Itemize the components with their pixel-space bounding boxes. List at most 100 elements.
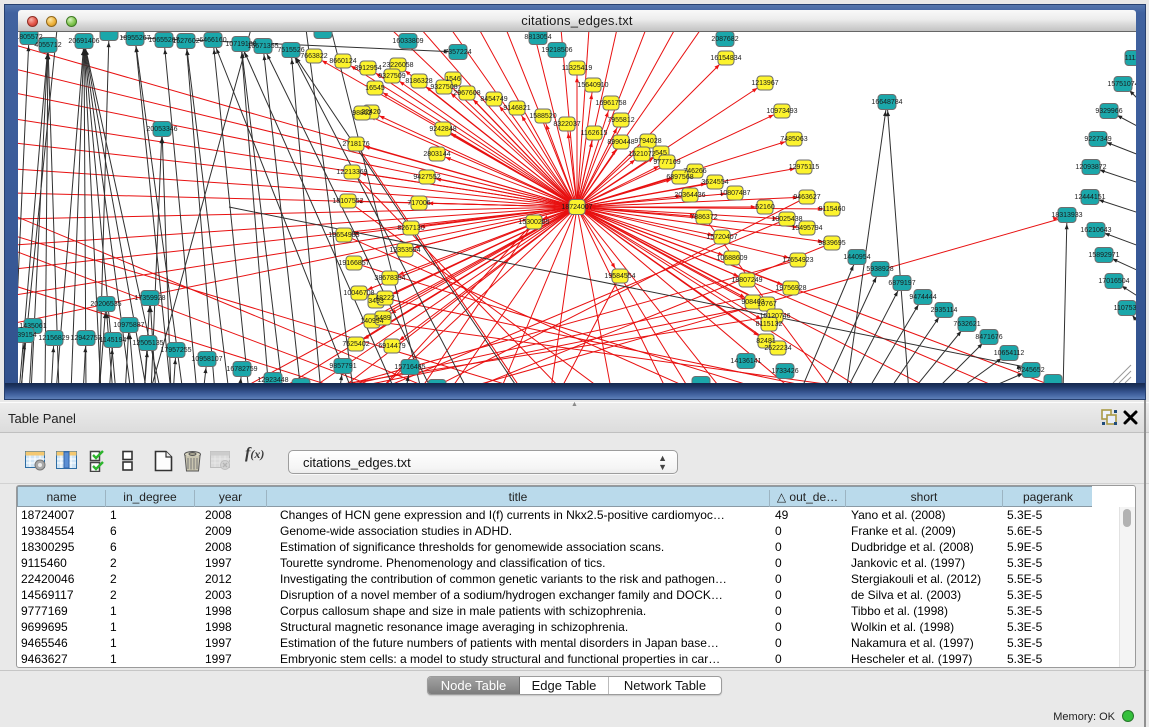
svg-text:11123: 11123 xyxy=(1125,55,1136,62)
svg-text:1733426: 1733426 xyxy=(771,368,798,375)
svg-text:1213967: 1213967 xyxy=(751,80,778,87)
svg-text:12213369: 12213369 xyxy=(336,169,367,176)
svg-text:7485063: 7485063 xyxy=(780,136,807,143)
svg-text:16782759: 16782759 xyxy=(226,366,257,373)
svg-text:15495794: 15495794 xyxy=(791,225,822,232)
svg-text:4055712: 4055712 xyxy=(34,42,61,49)
svg-text:3912954: 3912954 xyxy=(354,65,381,72)
svg-text:6897568: 6897568 xyxy=(666,174,693,181)
svg-text:1621072: 1621072 xyxy=(628,151,655,158)
svg-text:8267130: 8267130 xyxy=(397,225,424,232)
svg-text:8186328: 8186328 xyxy=(405,78,432,85)
svg-text:1162615: 1162615 xyxy=(581,130,608,137)
svg-text:9794028: 9794028 xyxy=(634,138,661,145)
svg-text:19218506: 19218506 xyxy=(541,47,572,54)
svg-text:15720407: 15720407 xyxy=(706,234,737,241)
svg-text:939154: 939154 xyxy=(18,332,37,339)
svg-text:1435061: 1435061 xyxy=(19,323,46,330)
svg-text:17359928: 17359928 xyxy=(134,295,165,302)
svg-text:17957255: 17957255 xyxy=(160,347,191,354)
svg-text:1588520: 1588520 xyxy=(529,113,556,120)
svg-text:16154834: 16154834 xyxy=(710,55,741,62)
svg-text:6879197: 6879197 xyxy=(888,280,915,287)
svg-text:10654112: 10654112 xyxy=(994,350,1025,357)
svg-text:18107552: 18107552 xyxy=(332,198,363,205)
svg-text:10767: 10767 xyxy=(757,301,777,308)
svg-text:10025438: 10025438 xyxy=(771,216,802,223)
svg-text:17654923: 17654923 xyxy=(782,257,813,264)
svg-text:10975887: 10975887 xyxy=(113,322,144,329)
svg-text:9329966: 9329966 xyxy=(1095,108,1122,115)
svg-text:20691406: 20691406 xyxy=(68,38,99,45)
svg-text:18313933: 18313933 xyxy=(1051,212,1082,219)
svg-text:15300285: 15300285 xyxy=(518,219,549,226)
svg-text:6466160: 6466160 xyxy=(199,37,226,44)
svg-text:10688609: 10688609 xyxy=(716,255,747,262)
svg-text:9474444: 9474444 xyxy=(909,294,936,301)
svg-text:14136141: 14136141 xyxy=(730,358,761,365)
svg-text:7632621: 7632621 xyxy=(953,321,980,328)
svg-text:19584554: 19584554 xyxy=(604,273,635,280)
svg-text:1805572: 1805572 xyxy=(18,34,43,41)
svg-text:9242848: 9242848 xyxy=(429,126,456,133)
svg-text:2718176: 2718176 xyxy=(342,141,369,148)
svg-text:2522234: 2522234 xyxy=(764,345,791,352)
svg-text:12444151: 12444151 xyxy=(1074,194,1105,201)
svg-text:16961758: 16961758 xyxy=(595,100,626,107)
svg-text:38678354: 38678354 xyxy=(374,275,405,282)
svg-text:12156829: 12156829 xyxy=(38,335,69,342)
svg-text:9777169: 9777169 xyxy=(653,159,680,166)
svg-text:19654985: 19654985 xyxy=(328,232,359,239)
svg-text:16671355: 16671355 xyxy=(247,43,278,50)
svg-text:12505135: 12505135 xyxy=(132,340,163,347)
svg-text:9427552: 9427552 xyxy=(413,174,440,181)
svg-text:10046708: 10046708 xyxy=(343,290,374,297)
svg-text:8660124: 8660124 xyxy=(329,58,356,65)
svg-text:20364436: 20364436 xyxy=(674,192,705,199)
svg-text:9245652: 9245652 xyxy=(1017,367,1044,374)
svg-text:12093872: 12093872 xyxy=(1075,164,1106,171)
svg-text:23226058: 23226058 xyxy=(382,62,413,69)
svg-text:7357224: 7357224 xyxy=(444,49,471,56)
svg-text:15640910: 15640910 xyxy=(577,82,608,89)
svg-text:6914479: 6914479 xyxy=(378,343,405,350)
svg-text:7625402: 7625402 xyxy=(342,341,369,348)
svg-text:5938928: 5938928 xyxy=(866,266,893,273)
svg-text:8471676: 8471676 xyxy=(975,334,1002,341)
svg-text:52160: 52160 xyxy=(755,204,775,211)
svg-text:9227349: 9227349 xyxy=(1084,136,1111,143)
svg-text:9327509: 9327509 xyxy=(378,73,405,80)
svg-text:16120746: 16120746 xyxy=(759,313,790,320)
svg-text:48222: 48222 xyxy=(375,295,395,302)
svg-text:8454749: 8454749 xyxy=(480,96,507,103)
svg-text:1546: 1546 xyxy=(445,76,461,83)
svg-text:15716485: 15716485 xyxy=(394,364,425,371)
svg-text:9857791: 9857791 xyxy=(329,363,356,370)
svg-text:2087682: 2087682 xyxy=(711,36,738,43)
svg-text:2803144: 2803144 xyxy=(423,151,450,158)
svg-text:19756928: 19756928 xyxy=(775,285,806,292)
svg-text:7886372: 7886372 xyxy=(690,214,717,221)
svg-text:19166857: 19166857 xyxy=(338,260,369,267)
svg-text:15751074: 15751074 xyxy=(1107,81,1136,88)
svg-text:10807487: 10807487 xyxy=(719,190,750,197)
svg-text:8813054: 8813054 xyxy=(524,34,551,41)
svg-text:717006: 717006 xyxy=(407,200,430,207)
svg-text:10973493: 10973493 xyxy=(766,108,797,115)
svg-text:1107533: 1107533 xyxy=(1114,305,1136,312)
svg-text:8990448: 8990448 xyxy=(607,139,634,146)
svg-text:20206535: 20206535 xyxy=(90,301,121,308)
svg-text:16648784: 16648784 xyxy=(871,99,902,106)
svg-text:9146821: 9146821 xyxy=(503,105,530,112)
svg-text:2967608: 2967608 xyxy=(453,90,480,97)
svg-text:18955267: 18955267 xyxy=(119,35,150,42)
svg-text:1440954: 1440954 xyxy=(843,254,870,261)
svg-text:16210643: 16210643 xyxy=(1080,227,1111,234)
svg-text:7955812: 7955812 xyxy=(607,117,634,124)
svg-text:1145194: 1145194 xyxy=(100,337,127,344)
svg-text:18724007: 18724007 xyxy=(561,204,592,211)
svg-text:15892971: 15892971 xyxy=(1088,252,1119,259)
svg-text:12942757: 12942757 xyxy=(70,335,101,342)
svg-text:12353594: 12353594 xyxy=(389,247,420,254)
svg-text:8322037: 8322037 xyxy=(553,121,580,128)
